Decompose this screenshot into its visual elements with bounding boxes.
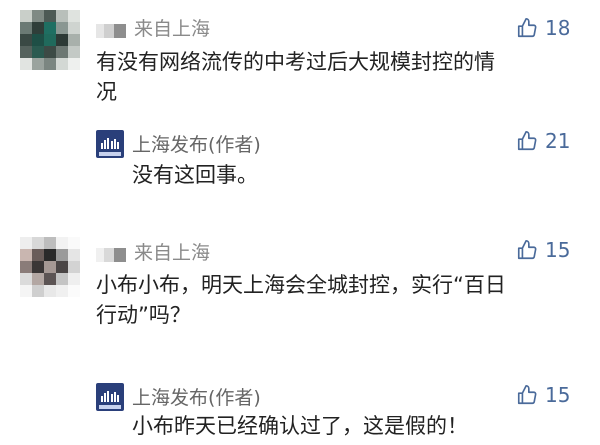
- thumbs-up-icon: [517, 18, 537, 38]
- comment-location: 来自上海: [134, 242, 211, 264]
- thumbs-up-icon: [517, 385, 537, 405]
- reply-text: 小布昨天已经确认过了，这是假的！: [132, 414, 468, 438]
- avatar[interactable]: [20, 10, 80, 70]
- like-count: 15: [545, 238, 571, 262]
- like-count: 18: [545, 16, 571, 40]
- blurred-username: [96, 20, 126, 38]
- shanghai-fabu-logo[interactable]: [96, 130, 124, 158]
- comment-location: 来自上海: [134, 18, 211, 40]
- comment-meta: 来自上海: [96, 238, 210, 265]
- reply-2: 上海发布(作者) 15 小布昨天已经确认过了，这是假的！: [0, 375, 600, 445]
- reply-author[interactable]: 上海发布(作者): [132, 130, 261, 157]
- shanghai-fabu-logo[interactable]: [96, 383, 124, 411]
- like-count: 15: [545, 383, 571, 407]
- like-button[interactable]: 21: [516, 129, 570, 153]
- like-button[interactable]: 15: [516, 238, 570, 262]
- like-button[interactable]: 15: [516, 383, 570, 407]
- thumbs-up-icon: [517, 240, 537, 260]
- reply-1: 上海发布(作者) 21 没有这回事。: [0, 120, 600, 220]
- comment-1: 来自上海 18 有没有网络流传的中考过后大规模封控的情 况: [0, 0, 600, 120]
- comment-2: 来自上海 15 小布小布，明天上海会全城封控，实行“百日 行动”吗？: [0, 225, 600, 375]
- comment-text: 有没有网络流传的中考过后大规模封控的情 况: [96, 50, 495, 104]
- like-button[interactable]: 18: [516, 16, 570, 40]
- reply-author[interactable]: 上海发布(作者): [132, 383, 261, 410]
- comment-text: 小布小布，明天上海会全城封控，实行“百日 行动”吗？: [96, 273, 506, 327]
- blurred-username: [96, 244, 126, 262]
- like-count: 21: [545, 129, 571, 153]
- comment-meta: 来自上海: [96, 14, 210, 41]
- avatar[interactable]: [20, 237, 80, 297]
- thumbs-up-icon: [517, 131, 537, 151]
- reply-text: 没有这回事。: [132, 163, 258, 187]
